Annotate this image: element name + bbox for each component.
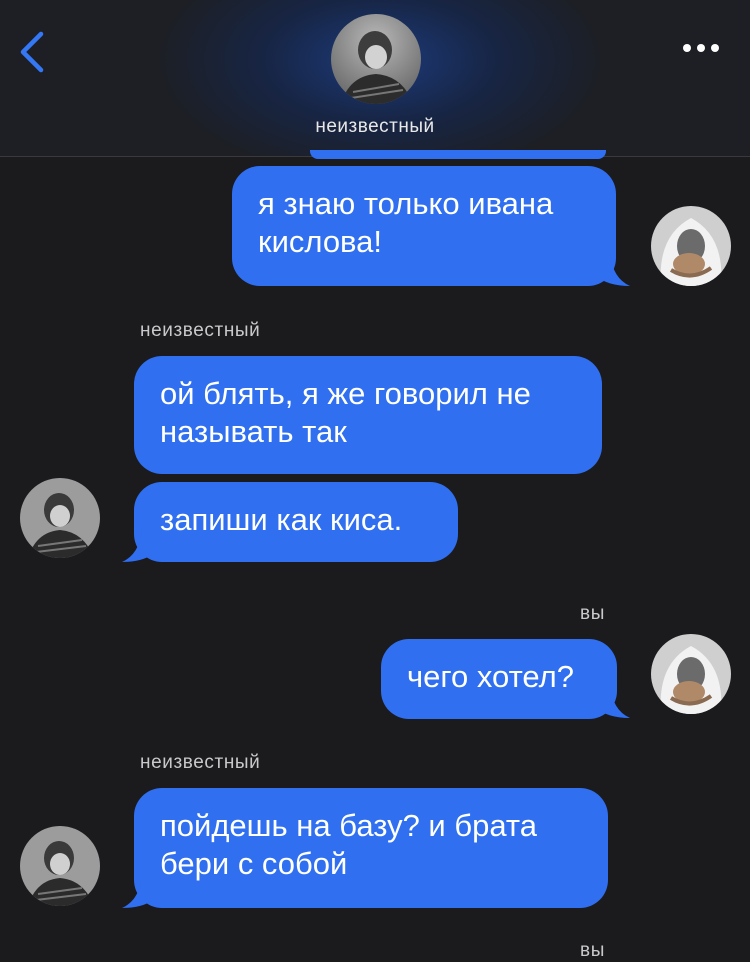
message-line: пойдешь на базу? и брата: [160, 808, 538, 843]
contact-name: неизвестный: [315, 116, 435, 137]
sender-label-partial: вы: [580, 940, 605, 961]
bubble-tail: [596, 252, 630, 286]
sender-label: неизвестный: [140, 320, 261, 341]
message-bubble-outgoing[interactable]: чего хотел?: [381, 639, 617, 719]
message-bubble-incoming[interactable]: ой блять, я же говорил не называть так: [134, 356, 602, 474]
contact-avatar[interactable]: [20, 478, 100, 558]
back-button[interactable]: [14, 28, 50, 76]
more-button[interactable]: [674, 30, 728, 66]
ellipsis-icon: [683, 44, 719, 52]
previous-message-bubble-edge: [310, 150, 606, 159]
message-line: чего хотел?: [407, 659, 574, 694]
user-avatar[interactable]: [651, 206, 731, 286]
chat-header: неизвестный: [0, 0, 750, 157]
message-line: бери с собой: [160, 846, 348, 881]
contact-avatar[interactable]: [20, 826, 100, 906]
message-bubble-incoming[interactable]: пойдешь на базу? и брата бери с собой: [134, 788, 608, 908]
message-line: я знаю только ивана: [258, 186, 554, 221]
message-line: называть так: [160, 414, 347, 449]
chevron-left-icon: [20, 31, 44, 73]
bubble-tail: [122, 874, 156, 908]
bubble-tail: [596, 684, 630, 718]
message-line: запиши как киса.: [160, 502, 403, 537]
message-line: кислова!: [258, 224, 383, 259]
sender-label: неизвестный: [140, 752, 261, 773]
contact-avatar[interactable]: [331, 14, 421, 104]
user-avatar[interactable]: [651, 634, 731, 714]
bubble-tail: [122, 528, 156, 562]
message-bubble-outgoing[interactable]: я знаю только ивана кислова!: [232, 166, 616, 286]
sender-label: вы: [580, 603, 605, 624]
message-line: ой блять, я же говорил не: [160, 376, 531, 411]
message-bubble-incoming[interactable]: запиши как киса.: [134, 482, 458, 562]
